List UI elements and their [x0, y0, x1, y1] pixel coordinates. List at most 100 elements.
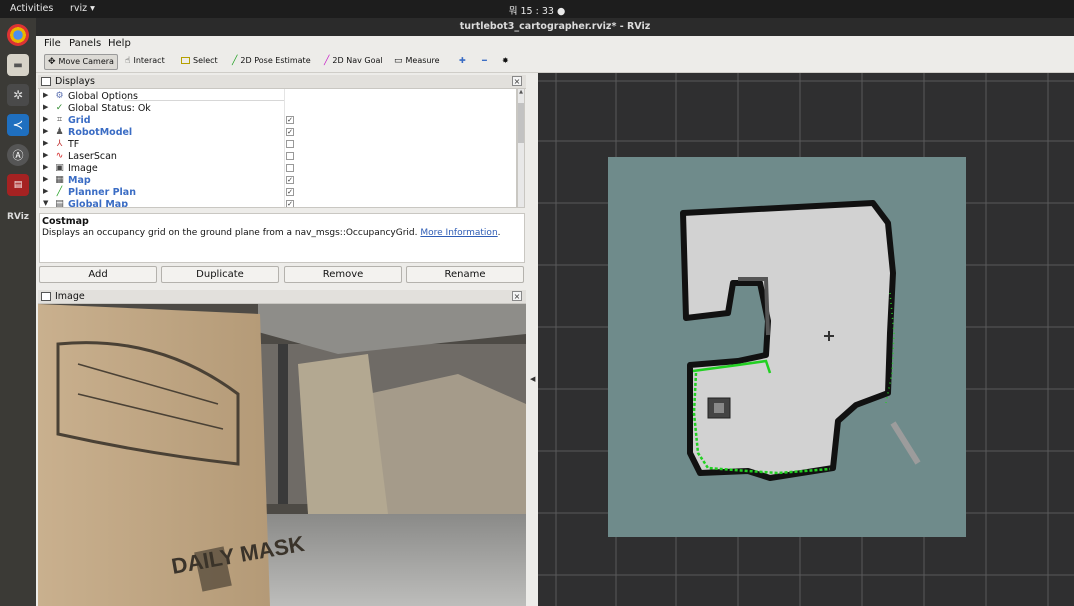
select-button[interactable]: Select: [178, 54, 221, 70]
camera-feed: DAILY MASK: [38, 304, 526, 606]
render-view[interactable]: [538, 73, 1074, 606]
displays-header[interactable]: Displays ×: [38, 75, 526, 89]
move-camera-icon: ✥: [48, 57, 56, 67]
menu-help[interactable]: Help: [108, 38, 131, 49]
tree-row[interactable]: ▶ ✓ Global Status: Ok: [40, 103, 516, 115]
clock[interactable]: 뭐 15 : 33 ●: [500, 3, 574, 17]
display-checkbox[interactable]: [286, 140, 294, 148]
window-title: turtlebot3_cartographer.rviz* - RViz: [459, 21, 651, 32]
expand-arrow-icon[interactable]: ▶: [43, 187, 48, 195]
minus-icon: ━: [482, 56, 487, 65]
hand-icon: ☝: [125, 56, 131, 66]
menu-panels[interactable]: Panels: [69, 38, 101, 49]
measure-button[interactable]: ▭ Measure: [391, 54, 443, 70]
rename-button[interactable]: Rename: [406, 266, 524, 283]
image-panel-header[interactable]: Image ×: [38, 290, 526, 304]
interact-button[interactable]: ☝ Interact: [122, 54, 168, 70]
duplicate-button[interactable]: Duplicate: [161, 266, 279, 283]
display-checkbox[interactable]: [286, 164, 294, 172]
ruler-icon: ▭: [394, 56, 403, 66]
expand-arrow-icon[interactable]: ▶: [43, 127, 48, 135]
add-tool-button[interactable]: ✚: [456, 54, 469, 70]
display-checkbox[interactable]: ✓: [286, 116, 294, 124]
select-icon: [181, 57, 190, 64]
scroll-up-icon[interactable]: ▲: [518, 89, 524, 95]
description-text: Displays an occupancy grid on the ground…: [42, 228, 501, 238]
robot-model-icon: ♟: [55, 127, 64, 137]
settings-icon[interactable]: ✲: [7, 84, 29, 106]
tree-scrollbar[interactable]: ▲: [517, 88, 525, 208]
activities-button[interactable]: Activities: [10, 3, 53, 14]
chrome-icon[interactable]: [7, 24, 29, 46]
map-render: [538, 73, 1074, 606]
display-name: LaserScan: [68, 151, 117, 162]
tree-row[interactable]: ▶ ♟ RobotModel ✓: [40, 127, 516, 139]
close-image-panel-button[interactable]: ×: [512, 291, 522, 301]
image-panel: Image × DAILY MASK: [38, 290, 526, 606]
software-icon[interactable]: Ⓐ: [7, 144, 29, 166]
displays-panel-icon: [41, 77, 51, 86]
menu-file[interactable]: File: [44, 38, 61, 49]
display-name: Map: [68, 175, 91, 186]
tf-icon: ⅄: [56, 139, 63, 149]
tree-row[interactable]: ▶ ⌗ Grid ✓: [40, 115, 516, 127]
nav-goal-button[interactable]: ╱ 2D Nav Goal: [321, 54, 386, 70]
expand-arrow-icon[interactable]: ▶: [43, 139, 48, 147]
remove-tool-button[interactable]: ━: [479, 54, 490, 70]
remove-button[interactable]: Remove: [284, 266, 402, 283]
terminal-icon[interactable]: ▤: [7, 174, 29, 196]
move-camera-button[interactable]: ✥ Move Camera: [44, 54, 118, 70]
path-icon: ╱: [56, 187, 63, 197]
image-panel-title: Image: [55, 291, 85, 302]
tree-row[interactable]: ▶ ╱ Planner Plan ✓: [40, 187, 516, 199]
green-arrow-icon: ╱: [232, 56, 238, 66]
left-panel: Displays × ▶ ⚙ Global Options ▶ ✓ Global Sta…: [36, 73, 528, 606]
tree-row[interactable]: ▶ ⚙ Global Options: [40, 91, 516, 103]
tool-options-button[interactable]: ✸: [499, 54, 512, 70]
display-name: RobotModel: [68, 127, 133, 138]
vscode-icon[interactable]: ≺: [7, 114, 29, 136]
expand-arrow-icon[interactable]: ▶: [43, 151, 48, 159]
map-icon: ▦: [55, 175, 64, 185]
menu-bar: File Panels Help: [36, 36, 1074, 51]
display-checkbox[interactable]: ✓: [286, 200, 294, 207]
display-checkbox[interactable]: ✓: [286, 188, 294, 196]
display-name: TF: [68, 139, 80, 150]
tree-row[interactable]: ▶ ▣ Image: [40, 163, 516, 175]
launcher-dock: ▬ ✲ ≺ Ⓐ ▤ RViz: [0, 18, 36, 606]
expand-arrow-icon[interactable]: ▶: [43, 163, 48, 171]
toolbar: ✥ Move Camera ☝ Interact Select ╱ 2D Pose E…: [36, 51, 1074, 73]
expand-arrow-icon[interactable]: ▶: [43, 103, 48, 111]
display-name: Image: [68, 163, 98, 174]
display-checkbox[interactable]: ✓: [286, 176, 294, 184]
tree-row[interactable]: ▶ ∿ LaserScan: [40, 151, 516, 163]
map-icon: ▤: [55, 199, 64, 208]
rviz-icon[interactable]: RViz: [7, 206, 29, 228]
expand-arrow-icon[interactable]: ▶: [43, 175, 48, 183]
expand-arrow-icon[interactable]: ▶: [43, 91, 48, 99]
display-name: Grid: [68, 115, 91, 126]
top-bar: Activities rviz ▾ 뭐 15 : 33 ●: [0, 0, 1074, 18]
tree-row[interactable]: ▶ ▦ Map ✓: [40, 175, 516, 187]
window-titlebar[interactable]: turtlebot3_cartographer.rviz* - RViz: [36, 18, 1074, 36]
tree-row[interactable]: ▼ ▤ Global Map ✓: [40, 199, 516, 208]
expand-arrow-icon[interactable]: ▼: [43, 199, 48, 207]
display-name: Global Map: [68, 199, 129, 208]
display-name: Global Options: [68, 91, 138, 102]
tree-row[interactable]: ▶ ⅄ TF: [40, 139, 516, 151]
expand-arrow-icon[interactable]: ▶: [43, 115, 48, 123]
files-icon[interactable]: ▬: [7, 54, 29, 76]
add-button[interactable]: Add: [39, 266, 157, 283]
close-displays-button[interactable]: ×: [512, 76, 522, 86]
scrollbar-thumb[interactable]: [518, 103, 524, 143]
description-box: Costmap Displays an occupancy grid on th…: [39, 213, 525, 263]
plus-icon: ✚: [459, 56, 466, 65]
display-checkbox[interactable]: ✓: [286, 128, 294, 136]
panel-splitter[interactable]: ◀: [528, 73, 538, 606]
displays-tree[interactable]: ▶ ⚙ Global Options ▶ ✓ Global Status: Ok ▶ ⌗ G…: [39, 88, 517, 208]
app-menu[interactable]: rviz ▾: [70, 3, 95, 14]
pose-estimate-button[interactable]: ╱ 2D Pose Estimate: [229, 54, 314, 70]
collapse-arrow-icon[interactable]: ◀: [530, 375, 535, 383]
display-checkbox[interactable]: [286, 152, 294, 160]
more-information-link[interactable]: More Information: [420, 228, 497, 238]
